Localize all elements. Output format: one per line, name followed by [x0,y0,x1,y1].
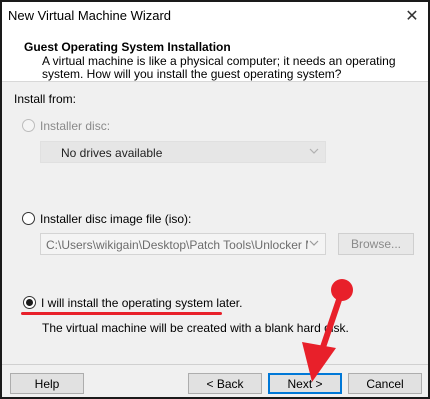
cancel-button[interactable]: Cancel [348,373,422,394]
install-from-label: Install from: [14,92,77,106]
iso-path-combobox[interactable]: C:\Users\wikigain\Desktop\Patch Tools\Un… [40,233,326,255]
close-button[interactable]: ✕ [400,4,424,28]
install-later-radio[interactable] [23,296,36,309]
installer-disc-dropdown[interactable]: No drives available [40,141,326,163]
iso-radio[interactable] [22,212,35,225]
help-button[interactable]: Help [10,373,84,394]
installer-disc-dropdown-value: No drives available [61,146,163,160]
annotation-underline [21,312,222,315]
page-title: Guest Operating System Installation [24,40,231,54]
iso-path-value: C:\Users\wikigain\Desktop\Patch Tools\Un… [46,238,308,252]
page-description: A virtual machine is like a physical com… [42,54,396,81]
wizard-header: Guest Operating System Installation A vi… [2,32,428,82]
chevron-down-icon [309,148,319,154]
install-later-label[interactable]: I will install the operating system late… [41,296,242,310]
iso-label: Installer disc image file (iso): [40,212,192,226]
title-bar: New Virtual Machine Wizard ✕ [2,2,428,32]
install-later-note: The virtual machine will be created with… [42,321,349,335]
next-button[interactable]: Next > [268,373,342,394]
installer-disc-radio[interactable] [22,119,35,132]
close-icon: ✕ [405,8,419,25]
chevron-down-icon [309,240,319,246]
installer-disc-label: Installer disc: [40,119,111,133]
browse-button[interactable]: Browse... [338,233,414,255]
annotation-dot [331,279,353,301]
wizard-window: New Virtual Machine Wizard ✕ Guest Opera… [0,0,430,399]
back-button[interactable]: < Back [188,373,262,394]
wizard-footer: Help < Back Next > Cancel [2,364,428,397]
window-title: New Virtual Machine Wizard [8,8,172,23]
wizard-body: Install from: Installer disc: No drives … [2,83,428,365]
